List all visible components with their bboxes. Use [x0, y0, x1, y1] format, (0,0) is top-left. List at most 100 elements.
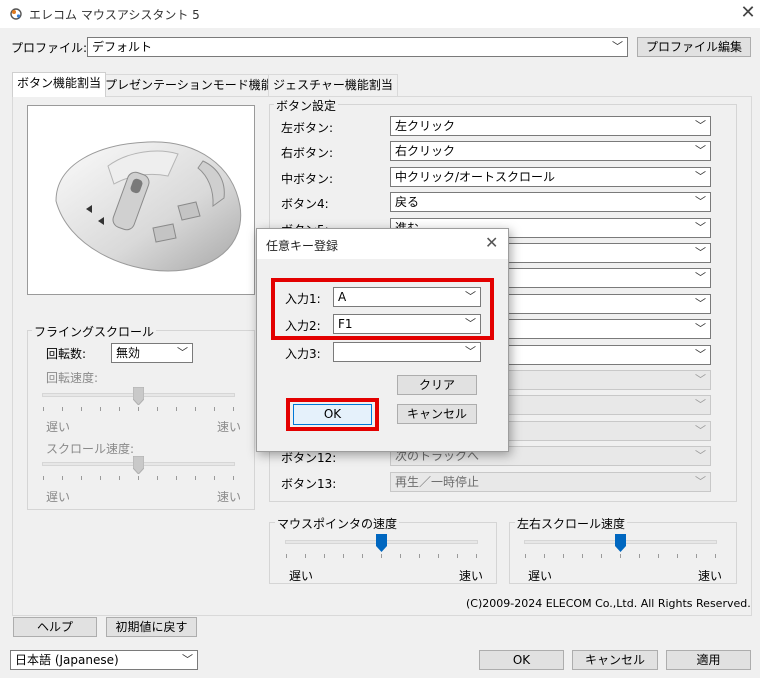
app-logo-icon [9, 7, 23, 21]
rotation-label: 回転数: [46, 347, 87, 361]
mouse-image [27, 105, 255, 295]
input3-label: 入力3: [285, 347, 321, 361]
rotation-speed-tick [214, 407, 215, 411]
pointer-speed-fast: 速い [459, 569, 484, 583]
clear-button[interactable]: クリア [397, 375, 477, 395]
horizontal-scroll-tick [677, 554, 678, 558]
rotation-speed-tick [119, 407, 120, 411]
rotation-speed-tick [81, 407, 82, 411]
ok-button[interactable]: OK [479, 650, 564, 670]
input1-select[interactable]: A ﹀ [333, 287, 481, 307]
pointer-speed-tick [305, 554, 306, 558]
apply-button[interactable]: 適用 [666, 650, 751, 670]
scroll-speed-slider-thumb[interactable] [132, 455, 145, 475]
scroll-speed-fast: 速い [217, 490, 242, 504]
button-row-value: 戻る [395, 195, 420, 209]
rotation-speed-tick [233, 407, 234, 411]
rotation-speed-tick [176, 407, 177, 411]
chevron-down-icon: ﹀ [695, 297, 706, 310]
chevron-down-icon: ﹀ [695, 322, 706, 335]
input2-select[interactable]: F1 ﹀ [333, 314, 481, 334]
language-select[interactable]: 日本語 (Japanese) ﹀ [10, 650, 198, 670]
button-row-select[interactable]: 左クリック ﹀ [390, 116, 711, 136]
scroll-speed-tick [157, 476, 158, 480]
rotation-speed-tick [62, 407, 63, 411]
scroll-speed-tick [214, 476, 215, 480]
reset-defaults-button[interactable]: 初期値に戻す [106, 617, 197, 637]
button-row-label: ボタン4: [281, 197, 329, 211]
button-row-select[interactable]: 再生／一時停止 ﹀ [390, 472, 711, 492]
pointer-speed-tick [362, 554, 363, 558]
chevron-down-icon: ﹀ [695, 170, 706, 183]
chevron-down-icon: ﹀ [695, 144, 706, 157]
rotation-speed-slider-thumb[interactable] [132, 386, 145, 406]
pointer-speed-tick [438, 554, 439, 558]
profile-label: プロファイル: [11, 41, 88, 55]
pointer-speed-tick [400, 554, 401, 558]
pointer-speed-slow: 遅い [289, 569, 314, 583]
horizontal-scroll-slider-thumb[interactable] [615, 534, 626, 552]
chevron-down-icon: ﹀ [695, 348, 706, 361]
rotation-speed-tick [157, 407, 158, 411]
scroll-speed-tick [176, 476, 177, 480]
tab-gesture-assign[interactable]: ジェスチャー機能割当 [268, 74, 398, 96]
dialog-close-button[interactable]: ✕ [485, 233, 498, 252]
dialog-cancel-button[interactable]: キャンセル [397, 404, 477, 424]
chevron-down-icon: ﹀ [695, 246, 706, 259]
chevron-down-icon: ﹀ [695, 398, 706, 411]
scroll-speed-tick [233, 476, 234, 480]
dialog-ok-button[interactable]: OK [293, 404, 372, 425]
horizontal-scroll-tick [715, 554, 716, 558]
window-title: エレコム マウスアシスタント 5 [29, 8, 200, 22]
horizontal-scroll-fast: 速い [698, 569, 723, 583]
input2-label: 入力2: [285, 319, 321, 333]
profile-select[interactable]: デフォルト ﹀ [87, 37, 628, 57]
horizontal-scroll-tick [620, 554, 621, 558]
pointer-speed-title: マウスポインタの速度 [275, 515, 400, 532]
scroll-speed-tick [138, 476, 139, 480]
chevron-down-icon: ﹀ [182, 653, 193, 666]
button-row-value: 左クリック [395, 119, 456, 133]
button-row-value: 中クリック/オートスクロール [395, 170, 556, 184]
tab-button-assign[interactable]: ボタン機能割当 [12, 72, 107, 97]
rotation-speed-tick [138, 407, 139, 411]
chevron-down-icon: ﹀ [695, 195, 706, 208]
button-row-value: 再生／一時停止 [395, 475, 480, 489]
cancel-button[interactable]: キャンセル [572, 650, 658, 670]
chevron-down-icon: ﹀ [695, 475, 706, 488]
chevron-down-icon: ﹀ [695, 373, 706, 386]
scroll-speed-tick [62, 476, 63, 480]
pointer-speed-tick [381, 554, 382, 558]
help-button[interactable]: ヘルプ [13, 617, 97, 637]
flying-scroll-title: フライングスクロール [32, 323, 157, 340]
rotation-select[interactable]: 無効 ﹀ [111, 343, 193, 363]
pointer-speed-tick [419, 554, 420, 558]
scroll-speed-slow: 遅い [46, 490, 71, 504]
window-close-button[interactable]: ✕ [736, 2, 760, 26]
rotation-speed-slow: 遅い [46, 420, 71, 434]
horizontal-scroll-tick [658, 554, 659, 558]
button-row-label: 中ボタン: [281, 172, 334, 186]
input1-value: A [338, 290, 347, 304]
button-row-label: 右ボタン: [281, 146, 334, 160]
rotation-select-value: 無効 [116, 346, 141, 360]
chevron-down-icon: ﹀ [695, 424, 706, 437]
pointer-speed-tick [457, 554, 458, 558]
chevron-down-icon: ﹀ [465, 290, 476, 303]
button-row-value: 右クリック [395, 144, 456, 158]
profile-edit-button[interactable]: プロファイル編集 [637, 37, 751, 57]
horizontal-scroll-tick [544, 554, 545, 558]
chevron-down-icon: ﹀ [177, 346, 188, 359]
horizontal-scroll-slow: 遅い [528, 569, 553, 583]
horizontal-scroll-title: 左右スクロール速度 [515, 515, 628, 532]
scroll-speed-tick [43, 476, 44, 480]
scroll-speed-tick [100, 476, 101, 480]
dialog-title: 任意キー登録 [266, 239, 339, 253]
input3-select[interactable]: ﹀ [333, 342, 481, 362]
button-row-select[interactable]: 戻る ﹀ [390, 192, 711, 212]
horizontal-scroll-tick [639, 554, 640, 558]
pointer-speed-slider-thumb[interactable] [376, 534, 387, 552]
chevron-down-icon: ﹀ [695, 271, 706, 284]
button-row-select[interactable]: 中クリック/オートスクロール ﹀ [390, 167, 711, 187]
button-row-select[interactable]: 右クリック ﹀ [390, 141, 711, 161]
